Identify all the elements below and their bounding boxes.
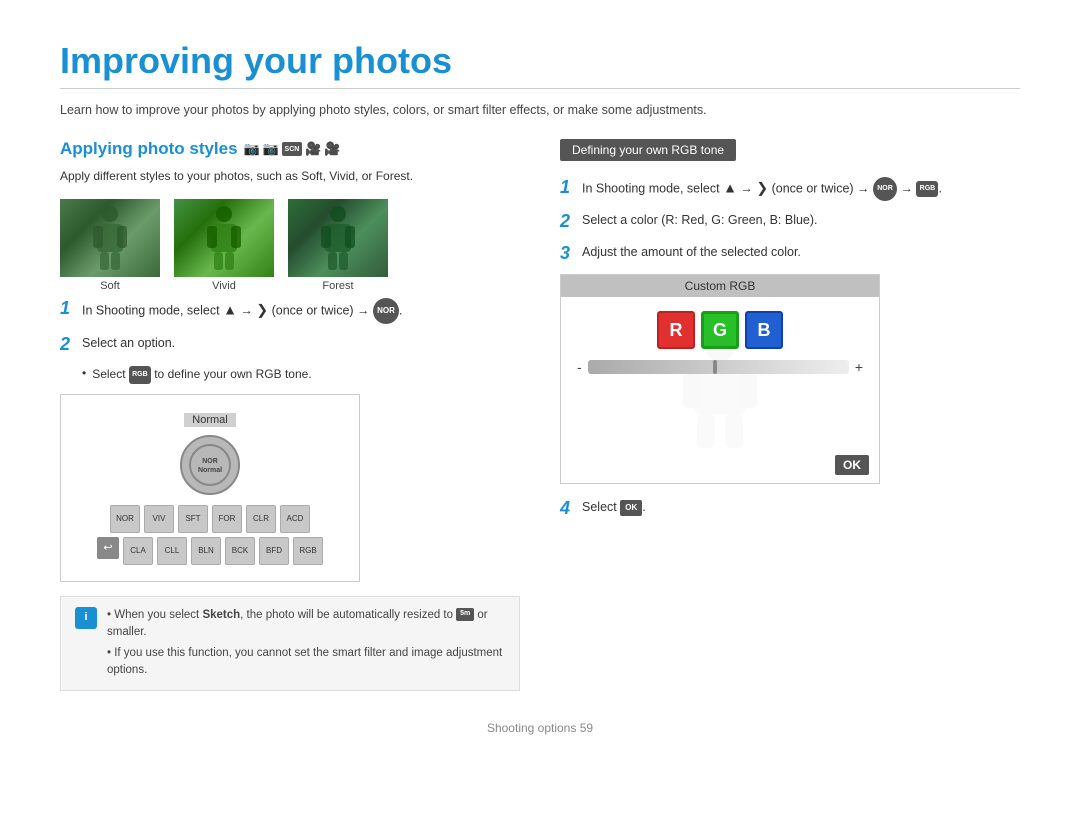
ok-icon-step4: OK — [620, 500, 642, 516]
photo-box-soft — [60, 199, 160, 277]
photo-inner-forest — [288, 199, 388, 277]
rgb-icon-bullet: RGB — [129, 366, 151, 384]
menu-cell-10: BCK — [225, 537, 255, 565]
section-desc: Apply different styles to your photos, s… — [60, 167, 520, 185]
note-content: • When you select Sketch, the photo will… — [107, 607, 505, 680]
step-right-1: 1 In Shooting mode, select ▲ → ❯ (once o… — [560, 177, 1020, 201]
photo-box-forest — [288, 199, 388, 277]
photo-label-soft: Soft — [60, 280, 160, 292]
slider-plus: + — [855, 359, 863, 375]
define-rgb-badge: Defining your own RGB tone — [560, 139, 736, 161]
nor-circle-icon: NOR Normal — [188, 443, 232, 487]
step-left-2: 2 Select an option. — [60, 334, 520, 356]
person-svg-soft — [85, 204, 135, 272]
menu-icon-main: NOR Normal — [180, 435, 240, 495]
menu-box-content: Normal NOR Normal NOR VIV SFT FOR — [73, 411, 347, 565]
step-left-2-text: Select an option. — [82, 334, 175, 353]
bullet-dot: • — [82, 366, 86, 384]
step-right-4-text: Select OK. — [582, 498, 646, 517]
photo-soft: Soft — [60, 199, 160, 292]
person-svg-forest — [313, 204, 363, 272]
photo-inner-soft — [60, 199, 160, 277]
rgb-slider-track[interactable] — [588, 360, 849, 374]
step-left-1: 1 In Shooting mode, select ▲ → ❯ (once o… — [60, 298, 520, 324]
step-right-1-num: 1 — [560, 177, 576, 199]
camera-icon-3: 🎥 — [305, 141, 321, 157]
rgb-panel-header: Custom RGB — [561, 275, 879, 297]
photo-label-forest: Forest — [288, 280, 388, 292]
right-column: Defining your own RGB tone 1 In Shooting… — [560, 139, 1020, 691]
step-left-1-num: 1 — [60, 298, 76, 320]
page-subtitle: Learn how to improve your photos by appl… — [60, 103, 1020, 117]
menu-icon-row-1: NOR VIV SFT FOR CLR ACD — [73, 505, 347, 533]
svg-text:NOR: NOR — [202, 458, 218, 465]
menu-icon-row-2: ↩ CLA CLL BLN BCK BFD RGB — [73, 537, 347, 565]
menu-back-button[interactable]: ↩ — [97, 537, 119, 559]
person-svg-vivid — [199, 204, 249, 272]
rgb-ok-button[interactable]: OK — [835, 455, 869, 475]
menu-cell-1: NOR — [110, 505, 140, 533]
step-right-3-text: Adjust the amount of the selected color. — [582, 243, 801, 262]
menu-cell-12: RGB — [293, 537, 323, 565]
step-right-2-num: 2 — [560, 211, 576, 233]
menu-cell-4: FOR — [212, 505, 242, 533]
person-svg-rgb — [675, 332, 765, 452]
step-right-2: 2 Select a color (R: Red, G: Green, B: B… — [560, 211, 1020, 233]
main-content: Applying photo styles 📷 📷 SCN 🎥 🎥 Apply … — [60, 139, 1020, 691]
rgb-panel-box: Custom RGB R G B - — [560, 274, 880, 484]
menu-cell-5: CLR — [246, 505, 276, 533]
note-item-1: • When you select Sketch, the photo will… — [107, 607, 505, 642]
step-right-3: 3 Adjust the amount of the selected colo… — [560, 243, 1020, 265]
photo-inner-vivid — [174, 199, 274, 277]
menu-cell-11: BFD — [259, 537, 289, 565]
footer: Shooting options 59 — [60, 721, 1020, 735]
photo-box-vivid — [174, 199, 274, 277]
photo-examples-row: Soft Vivid — [60, 199, 520, 292]
camera-icon-1: 📷 — [244, 141, 260, 157]
title-divider — [60, 88, 1020, 89]
menu-cell-2: VIV — [144, 505, 174, 533]
slider-thumb — [713, 360, 717, 374]
note-box: i • When you select Sketch, the photo wi… — [60, 596, 520, 691]
menu-icon-main-container: NOR Normal — [73, 435, 347, 495]
step-right-4: 4 Select OK. — [560, 498, 1020, 520]
menu-cell-8: CLL — [157, 537, 187, 565]
step-left-1-text: In Shooting mode, select ▲ → ❯ (once or … — [82, 298, 402, 324]
step-left-2-num: 2 — [60, 334, 76, 356]
photo-styles-menu-box: Normal NOR Normal NOR VIV SFT FOR — [60, 394, 360, 582]
mode-icon-1: SCN — [282, 142, 302, 156]
menu-cell-9: BLN — [191, 537, 221, 565]
step-right-3-num: 3 — [560, 243, 576, 265]
step-right-1-text: In Shooting mode, select ▲ → ❯ (once or … — [582, 177, 942, 201]
note-icon: i — [75, 607, 97, 629]
menu-cell-7: CLA — [123, 537, 153, 565]
photo-forest: Forest — [288, 199, 388, 292]
photo-vivid: Vivid — [174, 199, 274, 292]
menu-cell-3: SFT — [178, 505, 208, 533]
note-item-2: • If you use this function, you cannot s… — [107, 645, 505, 680]
step-right-4-num: 4 — [560, 498, 576, 520]
page-title: Improving your photos — [60, 40, 1020, 82]
section-title-applying: Applying photo styles 📷 📷 SCN 🎥 🎥 — [60, 139, 520, 159]
rgb-icon-right1: RGB — [916, 181, 938, 197]
menu-cell-6: ACD — [280, 505, 310, 533]
photo-label-vivid: Vivid — [174, 280, 274, 292]
svg-text:Normal: Normal — [198, 467, 222, 474]
nor-icon-right1: NOR — [873, 177, 897, 201]
size-icon: 5m — [456, 608, 474, 621]
bullet-text: Select RGB to define your own RGB tone. — [92, 366, 311, 384]
step-right-2-text: Select a color (R: Red, G: Green, B: Blu… — [582, 211, 818, 230]
menu-normal-label: Normal — [184, 413, 235, 427]
rgb-person-silhouette — [675, 332, 765, 455]
rgb-slider-row: - + — [577, 359, 863, 375]
section-title-text: Applying photo styles — [60, 139, 238, 159]
camera-icon-2: 📷 — [263, 141, 279, 157]
nor-icon-step1: NOR — [373, 298, 399, 324]
slider-minus: - — [577, 359, 582, 375]
left-column: Applying photo styles 📷 📷 SCN 🎥 🎥 Apply … — [60, 139, 520, 691]
section-icons: 📷 📷 SCN 🎥 🎥 — [244, 141, 341, 157]
bullet-rgb: • Select RGB to define your own RGB tone… — [82, 366, 520, 384]
camera-icon-4: 🎥 — [324, 141, 340, 157]
